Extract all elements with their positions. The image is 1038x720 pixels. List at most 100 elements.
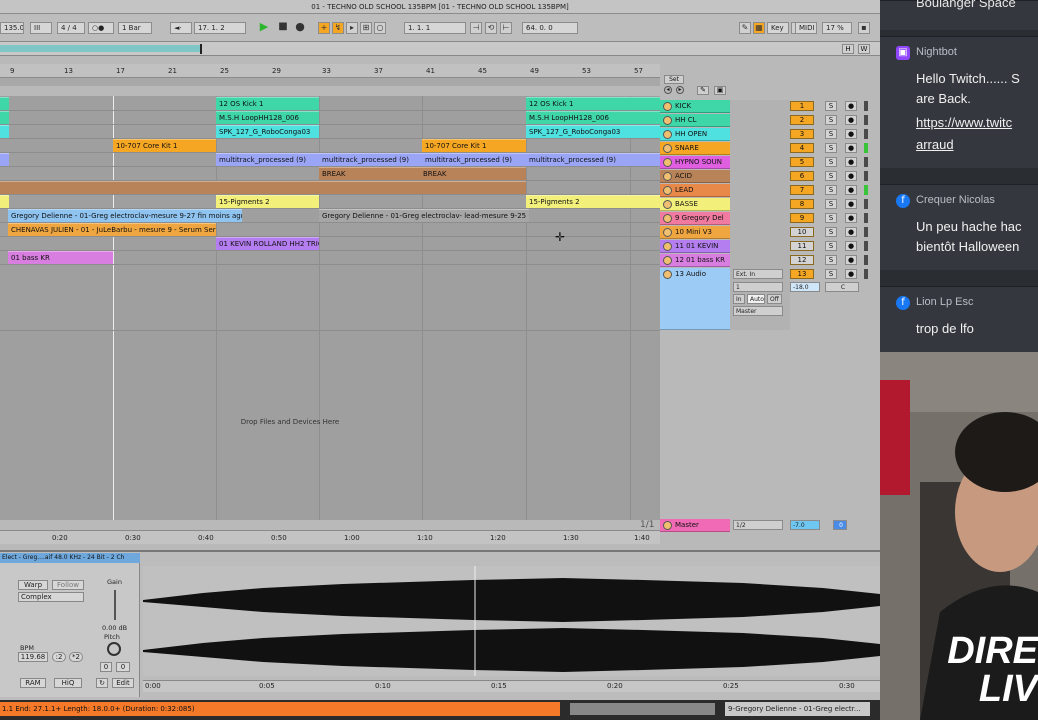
- record-icon[interactable]: ●: [294, 21, 306, 34]
- track-number[interactable]: 7: [790, 185, 814, 195]
- track-activator-icon[interactable]: [663, 144, 672, 153]
- midi-map-button[interactable]: MIDI: [795, 22, 817, 34]
- pitch-knob[interactable]: [107, 642, 121, 656]
- track-activator-icon[interactable]: [663, 270, 672, 279]
- track-number[interactable]: 6: [790, 171, 814, 181]
- follow-button[interactable]: ◄·: [170, 22, 192, 34]
- clip[interactable]: [0, 111, 9, 124]
- master-activator-icon[interactable]: [663, 521, 672, 530]
- drop-zone[interactable]: Drop Files and Devices Here: [200, 418, 380, 426]
- monitor-in-button[interactable]: In: [733, 294, 745, 304]
- track-activator-icon[interactable]: [663, 256, 672, 265]
- clip[interactable]: multitrack_processed (9): [526, 153, 660, 166]
- pan-field[interactable]: C: [825, 282, 859, 292]
- tap-button[interactable]: III: [30, 22, 52, 34]
- clip[interactable]: multitrack_processed (9): [422, 153, 526, 166]
- track-activator-icon[interactable]: [663, 158, 672, 167]
- key-map-button[interactable]: Key: [767, 22, 789, 34]
- time-ruler[interactable]: 0:20 0:30 0:40 0:50 1:00 1:10 1:20 1:30 …: [0, 530, 660, 544]
- clip[interactable]: 15-Pigments 2: [526, 195, 660, 208]
- arm-icon[interactable]: ●: [845, 115, 857, 125]
- clip[interactable]: [0, 125, 9, 138]
- solo-button[interactable]: S: [825, 101, 837, 111]
- solo-button[interactable]: S: [825, 241, 837, 251]
- volume-field[interactable]: -18.0: [790, 282, 820, 292]
- arm-icon[interactable]: ●: [845, 129, 857, 139]
- solo-button[interactable]: S: [825, 171, 837, 181]
- next-locator-icon[interactable]: ▸: [676, 86, 684, 94]
- track-number[interactable]: 9: [790, 213, 814, 223]
- clip-name-field[interactable]: Elect - Greg....aif 48.0 KHz - 24 Bit - …: [0, 553, 140, 563]
- arrangement-overview[interactable]: H W: [0, 42, 880, 56]
- automation-arm-icon[interactable]: ↯: [332, 22, 344, 34]
- input-channel-select[interactable]: 1: [733, 282, 783, 292]
- arm-icon[interactable]: ●: [845, 269, 857, 279]
- clip[interactable]: 10-707 Core Kit 1: [113, 139, 216, 152]
- clip[interactable]: CHENAVAS JULIEN - 01 - JuLeBarbu - mesur…: [8, 223, 216, 236]
- track-number[interactable]: 8: [790, 199, 814, 209]
- arm-icon[interactable]: ●: [845, 143, 857, 153]
- track-number[interactable]: 10: [790, 227, 814, 237]
- clip[interactable]: 12 OS Kick 1: [526, 97, 660, 110]
- play-icon[interactable]: ▶: [258, 21, 270, 34]
- follow-button[interactable]: Follow: [52, 580, 84, 590]
- lock-icon[interactable]: ▣: [714, 86, 726, 95]
- ram-button[interactable]: RAM: [20, 678, 46, 688]
- loop-icon[interactable]: ⟲: [485, 22, 497, 34]
- bpm-field[interactable]: 119.68: [18, 652, 48, 662]
- capture-icon[interactable]: ⊞: [360, 22, 372, 34]
- master-volume-field[interactable]: -7.0: [790, 520, 820, 530]
- clip[interactable]: M.S.H LoopHH128_006: [526, 111, 660, 124]
- arm-icon[interactable]: ●: [845, 213, 857, 223]
- track-activator-icon[interactable]: [663, 200, 672, 209]
- waveform-time-ruler[interactable]: 0:00 0:05 0:10 0:15 0:20 0:25 0:30: [143, 680, 880, 692]
- h-button[interactable]: H: [842, 44, 854, 54]
- track-number[interactable]: 11: [790, 241, 814, 251]
- track-number[interactable]: 2: [790, 115, 814, 125]
- track-activator-icon[interactable]: [663, 214, 672, 223]
- track-activator-icon[interactable]: [663, 116, 672, 125]
- loop-brace-lane[interactable]: [0, 78, 660, 86]
- bar-ruler[interactable]: 9 13 17 21 25 29 33 37 41 45 49 53 57: [0, 64, 660, 78]
- punch-in-icon[interactable]: ⊣: [470, 22, 482, 34]
- clip[interactable]: 15-Pigments 2: [216, 195, 319, 208]
- arm-icon[interactable]: ●: [845, 227, 857, 237]
- clip[interactable]: BREAK BREAK: [319, 167, 526, 180]
- solo-button[interactable]: S: [825, 269, 837, 279]
- arm-icon[interactable]: ●: [845, 101, 857, 111]
- track-activator-icon[interactable]: [663, 130, 672, 139]
- punch-out-icon[interactable]: ⊢: [500, 22, 512, 34]
- solo-button[interactable]: S: [825, 143, 837, 153]
- clip[interactable]: SPK_127_G_RoboConga03: [526, 125, 660, 138]
- fade-icon[interactable]: ↻: [96, 678, 108, 688]
- arm-icon[interactable]: ●: [845, 255, 857, 265]
- solo-button[interactable]: S: [825, 157, 837, 167]
- draw-mode-icon[interactable]: ✎: [739, 22, 751, 34]
- solo-button[interactable]: S: [825, 213, 837, 223]
- solo-button[interactable]: S: [825, 255, 837, 265]
- hiq-button[interactable]: HiQ: [54, 678, 82, 688]
- metronome-button[interactable]: ○●: [88, 22, 114, 34]
- arm-icon[interactable]: ●: [845, 241, 857, 251]
- clip[interactable]: 10-707 Core Kit 1: [422, 139, 526, 152]
- solo-button[interactable]: S: [825, 185, 837, 195]
- arm-icon[interactable]: ●: [845, 157, 857, 167]
- solo-button[interactable]: S: [825, 129, 837, 139]
- clip[interactable]: [0, 97, 9, 110]
- loop-start-field[interactable]: 1. 1. 1: [404, 22, 466, 34]
- clip[interactable]: 01 bass KR: [8, 251, 113, 264]
- waveform-display[interactable]: [143, 566, 880, 676]
- double-tempo-button[interactable]: *2: [69, 652, 83, 662]
- track-activator-icon[interactable]: [663, 172, 672, 181]
- chat-link[interactable]: arraud: [916, 135, 1038, 155]
- master-routing-select[interactable]: 1/2: [733, 520, 783, 530]
- edit-button[interactable]: Edit: [112, 678, 134, 688]
- track-number[interactable]: 4: [790, 143, 814, 153]
- keyboard-icon[interactable]: ▦: [753, 22, 765, 34]
- arm-icon[interactable]: ●: [845, 199, 857, 209]
- clip[interactable]: 12 OS Kick 1: [216, 97, 319, 110]
- clip[interactable]: SPK_127_G_RoboConga03: [216, 125, 319, 138]
- overdub-icon[interactable]: +: [318, 22, 330, 34]
- clip[interactable]: Gregory Delienne - 01-Greg electroclav- …: [319, 209, 529, 222]
- warp-mode-select[interactable]: Complex: [18, 592, 84, 602]
